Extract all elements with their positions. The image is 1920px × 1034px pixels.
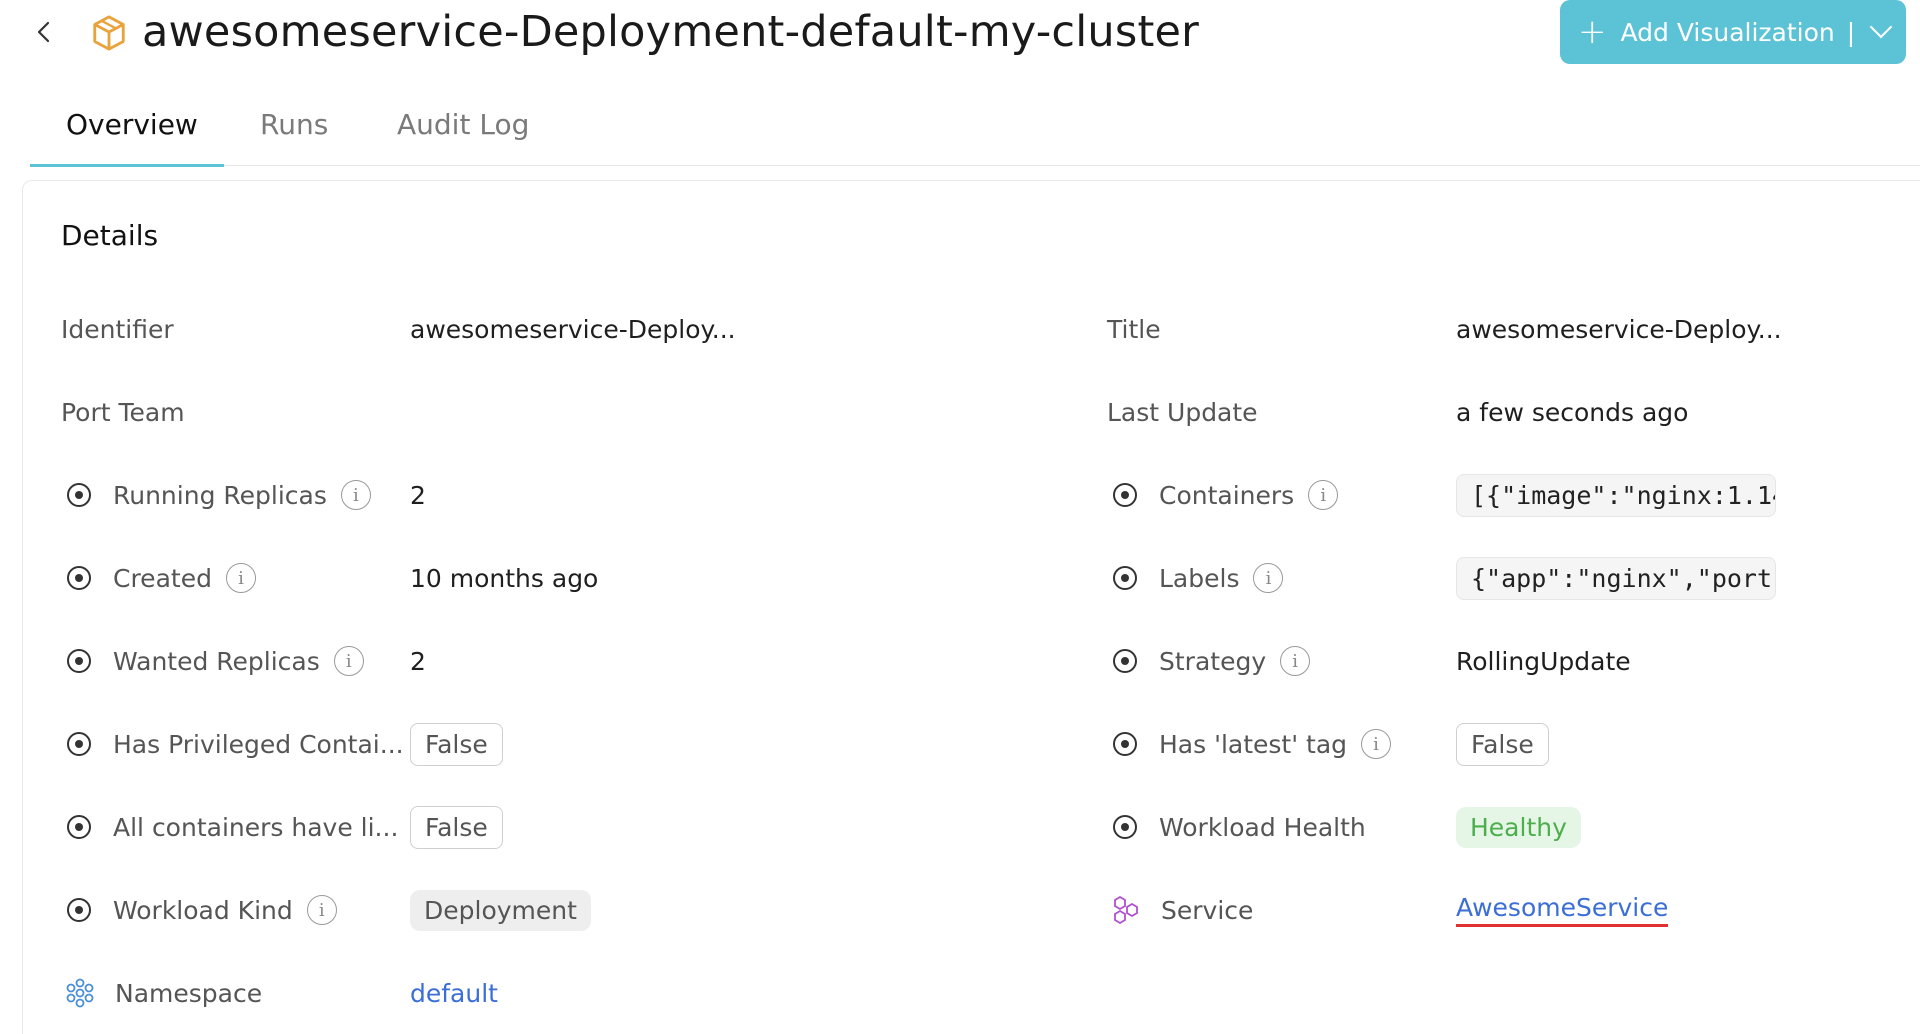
details-card: Details Identifier awesomeservice-Deploy… (22, 180, 1920, 1034)
info-icon[interactable]: i (225, 563, 256, 593)
title-value: awesomeservice-Deploy... (1456, 314, 1782, 344)
property-icon (1113, 649, 1137, 673)
enum-badge: Deployment (410, 889, 591, 931)
page-title: awesomeservice-Deployment-default-my-clu… (142, 7, 1200, 57)
identifier-label: Identifier (61, 314, 174, 344)
service-value: AwesomeService (1456, 888, 1669, 932)
info-icon[interactable]: i (1280, 646, 1311, 676)
tab-runs[interactable]: Runs (260, 96, 328, 166)
namespace-value: default (410, 971, 498, 1015)
property-icon (67, 898, 91, 922)
strategy-label: Strategy (1159, 646, 1267, 676)
workload-kind-value: Deployment (410, 888, 591, 932)
add-visualization-button[interactable]: + Add Visualization | (1560, 0, 1906, 64)
containers-value: [{"image":"nginx:1.14 (1456, 473, 1776, 517)
wanted-replicas-label: Wanted Replicas (113, 646, 320, 676)
tab-bar: Overview Runs Audit Log (30, 96, 1920, 167)
has-privileged-value: False (410, 722, 503, 766)
has-latest-tag-row: Has 'latest' tag i (1113, 722, 1392, 766)
workload-health-label: Workload Health (1159, 812, 1366, 842)
service-icon (1114, 895, 1138, 925)
property-icon (1113, 732, 1137, 756)
tab-overview[interactable]: Overview (66, 96, 198, 166)
last-update-value: a few seconds ago (1456, 397, 1689, 427)
service-row: Service (1111, 888, 1253, 932)
cube-icon (93, 15, 125, 51)
property-icon (67, 649, 91, 673)
details-title: Details (61, 219, 159, 252)
running-replicas-value: 2 (410, 480, 426, 510)
tab-audit-log[interactable]: Audit Log (397, 96, 529, 166)
workload-health-row: Workload Health (1113, 805, 1366, 849)
info-icon[interactable]: i (1361, 729, 1392, 759)
button-separator: | (1846, 17, 1856, 47)
workload-health-value: Healthy (1456, 805, 1581, 849)
add-visualization-label: Add Visualization (1620, 17, 1835, 47)
labels-label: Labels (1159, 563, 1240, 593)
has-privileged-label: Has Privileged Contai... (113, 729, 404, 759)
namespace-row: Namespace (65, 971, 262, 1015)
all-containers-limits-row: All containers have li... (67, 805, 398, 849)
property-icon (67, 566, 91, 590)
plus-icon: + (1578, 12, 1607, 52)
created-label: Created (113, 563, 212, 593)
all-containers-limits-value: False (410, 805, 503, 849)
property-icon (67, 815, 91, 839)
boolean-badge: False (410, 722, 503, 766)
identifier-value: awesomeservice-Deploy... (410, 314, 736, 344)
back-button[interactable] (30, 14, 58, 50)
service-label: Service (1161, 895, 1254, 925)
created-row: Created i (67, 556, 256, 600)
boolean-badge: False (1456, 722, 1549, 766)
chevron-left-icon (37, 21, 50, 43)
running-replicas-label: Running Replicas (113, 480, 327, 510)
workload-kind-label: Workload Kind (113, 895, 293, 925)
containers-row: Containers i (1113, 473, 1339, 517)
info-icon[interactable]: i (306, 895, 337, 925)
all-containers-limits-label: All containers have li... (113, 812, 399, 842)
title-label: Title (1107, 314, 1161, 344)
created-value: 10 months ago (410, 563, 599, 593)
containers-label: Containers (1159, 480, 1295, 510)
property-icon (67, 732, 91, 756)
namespace-label: Namespace (115, 978, 263, 1008)
property-icon (1113, 483, 1137, 507)
workload-kind-row: Workload Kind i (67, 888, 337, 932)
namespace-link[interactable]: default (410, 979, 498, 1008)
has-latest-tag-value: False (1456, 722, 1549, 766)
has-latest-tag-label: Has 'latest' tag (1159, 729, 1348, 759)
wanted-replicas-row: Wanted Replicas i (67, 639, 364, 683)
chevron-down-icon[interactable] (1869, 15, 1893, 39)
boolean-badge: False (410, 805, 503, 849)
json-value-box[interactable]: [{"image":"nginx:1.14 (1456, 473, 1776, 517)
property-icon (1113, 815, 1137, 839)
labels-value: {"app":"nginx","port": (1456, 556, 1776, 600)
info-icon[interactable]: i (1308, 480, 1339, 510)
page-header: awesomeservice-Deployment-default-my-clu… (0, 0, 1920, 70)
strategy-value: RollingUpdate (1456, 646, 1631, 676)
running-replicas-row: Running Replicas i (67, 473, 371, 517)
property-icon (1113, 566, 1137, 590)
labels-row: Labels i (1113, 556, 1284, 600)
info-icon[interactable]: i (340, 480, 371, 510)
namespace-icon (66, 978, 94, 1008)
service-link[interactable]: AwesomeService (1456, 893, 1669, 927)
strategy-row: Strategy i (1113, 639, 1311, 683)
health-status-badge: Healthy (1456, 806, 1581, 848)
port-team-label: Port Team (61, 397, 185, 427)
info-icon[interactable]: i (1253, 563, 1284, 593)
wanted-replicas-value: 2 (410, 646, 426, 676)
property-icon (67, 483, 91, 507)
last-update-label: Last Update (1107, 397, 1258, 427)
info-icon[interactable]: i (333, 646, 364, 676)
json-value-box[interactable]: {"app":"nginx","port": (1456, 556, 1776, 600)
active-tab-indicator (30, 164, 224, 167)
has-privileged-row: Has Privileged Contai... (67, 722, 404, 766)
